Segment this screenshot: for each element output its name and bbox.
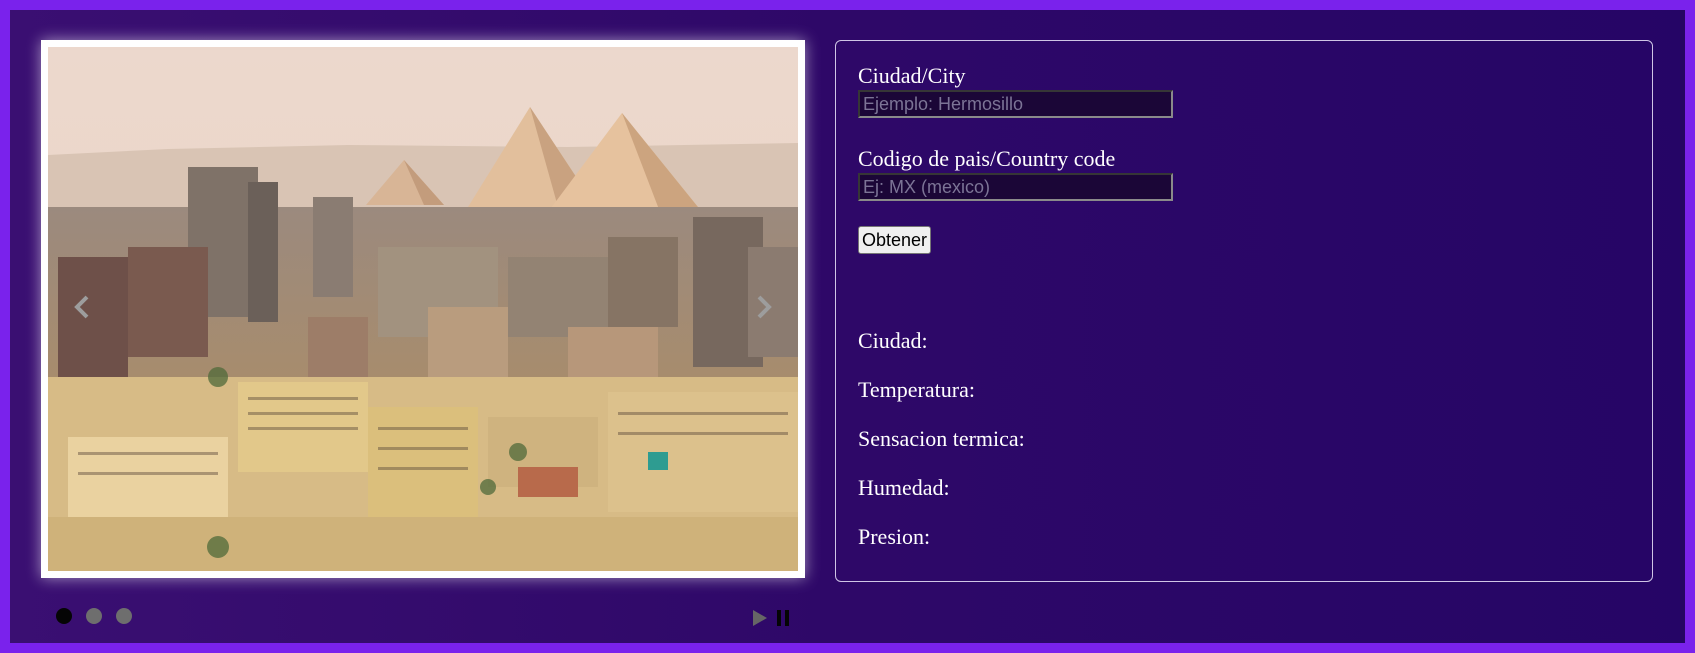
result-temperature: Temperatura: (858, 377, 975, 402)
result-humidity: Humedad: (858, 475, 950, 500)
slide-dot-1[interactable] (56, 608, 72, 624)
image-slider (41, 40, 805, 578)
slider-pagination (56, 608, 132, 624)
pause-icon (777, 610, 789, 626)
slider-playback-controls (752, 609, 790, 627)
result-pressure: Presion: (858, 524, 931, 549)
slide-image (48, 47, 798, 571)
previous-slide-button[interactable] (68, 293, 96, 321)
next-slide-button[interactable] (750, 293, 778, 321)
chevron-right-icon (757, 295, 772, 319)
city-input[interactable] (858, 90, 1173, 118)
result-city: Ciudad: (858, 328, 928, 353)
play-icon (753, 610, 767, 626)
slide-dot-3[interactable] (116, 608, 132, 624)
weather-results: Ciudad: Temperatura: Sensacion termica: … (858, 328, 1630, 550)
country-code-input[interactable] (858, 173, 1173, 201)
pause-button[interactable] (776, 609, 790, 627)
country-code-label: Codigo de pais/Country code (858, 146, 1116, 171)
obtener-button[interactable]: Obtener (858, 226, 932, 254)
city-label: Ciudad/City (858, 63, 966, 88)
slide-dot-2[interactable] (86, 608, 102, 624)
chevron-left-icon (74, 295, 89, 319)
result-feels-like: Sensacion termica: (858, 426, 1025, 451)
play-button[interactable] (752, 609, 768, 627)
weather-panel: Ciudad/City Codigo de pais/Country code … (835, 40, 1653, 582)
